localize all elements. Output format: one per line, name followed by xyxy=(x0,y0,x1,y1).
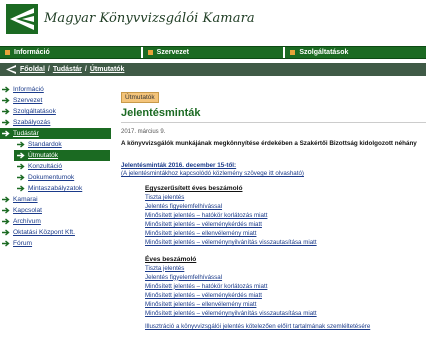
sidebar-item-label: Információ xyxy=(13,86,44,93)
chamber-mini-logo-icon xyxy=(6,65,16,74)
sidebar-item-tudastar[interactable]: Tudástár xyxy=(0,128,111,139)
document-link[interactable]: Minősített jelentés – véleménykérdés mia… xyxy=(145,291,426,300)
document-link[interactable]: Minősített jelentés – hatókör korlátozás… xyxy=(145,282,426,291)
title-divider xyxy=(121,122,426,123)
sidebar-item-szabalyozas[interactable]: Szabályozás xyxy=(0,117,111,128)
sidebar-item-kapcsolat[interactable]: Kapcsolat xyxy=(0,205,111,216)
sidebar-item-forum[interactable]: Fórum xyxy=(0,238,111,249)
arrow-right-icon xyxy=(2,196,10,203)
sidebar-item-szervezet[interactable]: Szervezet xyxy=(0,95,111,106)
sidebar-item-label: Kamarai xyxy=(13,196,38,203)
arrow-right-icon xyxy=(2,229,10,236)
document-link[interactable]: Minősített jelentés – véleménynyilvánítá… xyxy=(145,238,426,247)
topnav-item-informacio[interactable]: Információ xyxy=(0,47,143,58)
announcement-link[interactable]: (A jelentésmintákhoz kapcsolódó közlemén… xyxy=(121,170,426,177)
sidebar-item-label: Útmutatók xyxy=(28,152,59,159)
sidebar-item-utmutatok[interactable]: Útmutatók xyxy=(14,150,110,161)
breadcrumb: Főoldal / Tudástár / Útmutatók xyxy=(0,63,426,76)
sidebar-item-label: Standardok xyxy=(28,141,62,148)
document-link[interactable]: Tiszta jelentés xyxy=(145,193,426,202)
sidebar-item-label: Szabályozás xyxy=(13,119,51,126)
square-bullet-icon xyxy=(290,50,296,55)
document-group-egyszerusitett: Egyszerűsített éves beszámoló Tiszta jel… xyxy=(145,185,426,248)
breadcrumb-separator: / xyxy=(84,66,87,73)
sidebar-item-label: Szervezet xyxy=(13,97,43,104)
topnav-item-label: Információ xyxy=(14,49,50,56)
document-link[interactable]: Minősített jelentés – ellenvélemény miat… xyxy=(145,229,426,238)
square-bullet-icon xyxy=(5,50,10,55)
sidebar-item-label: Tudástár xyxy=(13,130,39,137)
arrow-right-icon xyxy=(17,163,25,170)
breadcrumb-utmutatok[interactable]: Útmutatók xyxy=(90,66,125,73)
group-title: Éves beszámoló xyxy=(145,255,197,263)
site-header: Magyar Könyvvizsgálói Kamara xyxy=(0,0,426,42)
illustration-link[interactable]: Illusztráció a könyvvizsgálói jelentés k… xyxy=(145,322,426,331)
sidebar-item-oktatasi-kozpont[interactable]: Oktatási Központ Kft. xyxy=(0,227,111,238)
arrow-right-icon xyxy=(2,108,10,115)
sidebar-item-mintaszabalyzatok[interactable]: Mintaszabályzatok xyxy=(0,183,111,194)
arrow-right-icon xyxy=(2,130,10,137)
breadcrumb-tudastar[interactable]: Tudástár xyxy=(53,66,82,73)
arrow-right-icon xyxy=(2,119,10,126)
sidebar-item-label: Fórum xyxy=(13,240,33,247)
square-bullet-icon xyxy=(147,50,153,55)
topnav-item-szervezet[interactable]: Szervezet xyxy=(143,47,286,58)
arrow-right-icon xyxy=(2,207,10,214)
chamber-logo-icon[interactable] xyxy=(6,4,38,34)
sidebar-item-label: Dokumentumok xyxy=(28,174,75,181)
document-link[interactable]: Jelentés figyelemfelhívással xyxy=(145,202,426,211)
arrow-right-icon xyxy=(17,152,25,159)
sidebar-item-informacio[interactable]: Információ xyxy=(0,84,111,95)
sidebar-item-label: Archívum xyxy=(13,218,41,225)
topnav-item-label: Szervezet xyxy=(156,49,189,56)
document-link[interactable]: Minősített jelentés – ellenvélemény miat… xyxy=(145,300,426,309)
sidebar-item-kamarai[interactable]: Kamarai xyxy=(0,194,111,205)
sidebar: Információ Szervezet Szolgáltatások Szab… xyxy=(0,84,111,249)
arrow-right-icon xyxy=(2,240,10,247)
sidebar-item-dokumentumok[interactable]: Dokumentumok xyxy=(0,172,111,183)
topnav-item-szolgaltatasok[interactable]: Szolgáltatások xyxy=(285,47,426,58)
intro-text: A könyvvizsgálók munkájának megkönnyítés… xyxy=(121,140,417,147)
topnav-item-label: Szolgáltatások xyxy=(299,49,349,56)
main-content: Útmutatók Jelentésminták 2017. március 9… xyxy=(121,92,426,331)
document-link[interactable]: Minősített jelentés – hatókör korlátozás… xyxy=(145,211,426,220)
document-link[interactable]: Minősített jelentés – véleménykérdés mia… xyxy=(145,220,426,229)
arrow-right-icon xyxy=(17,141,25,148)
document-group-eves: Éves beszámoló Tiszta jelentés Jelentés … xyxy=(145,256,426,332)
sidebar-item-konzultacio[interactable]: Konzultáció xyxy=(0,161,111,172)
category-tag[interactable]: Útmutatók xyxy=(121,92,159,103)
document-link[interactable]: Minősített jelentés – véleménynyilvánítá… xyxy=(145,309,426,318)
breadcrumb-home[interactable]: Főoldal xyxy=(20,66,45,73)
breadcrumb-separator: / xyxy=(47,66,50,73)
document-link[interactable]: Tiszta jelentés xyxy=(145,264,426,273)
document-link[interactable]: Jelentés figyelemfelhívással xyxy=(145,273,426,282)
sidebar-item-standardok[interactable]: Standardok xyxy=(0,139,111,150)
arrow-right-icon xyxy=(2,97,10,104)
arrow-right-icon xyxy=(2,86,10,93)
arrow-right-icon xyxy=(17,185,25,192)
section-title-link[interactable]: Jelentésminták 2016. december 15-től: xyxy=(121,162,426,169)
sidebar-item-label: Oktatási Központ Kft. xyxy=(13,229,75,236)
arrow-right-icon xyxy=(2,218,10,225)
sidebar-item-szolgaltatasok[interactable]: Szolgáltatások xyxy=(0,106,111,117)
top-navigation: Információ Szervezet Szolgáltatások xyxy=(0,46,426,59)
sidebar-item-label: Kapcsolat xyxy=(13,207,42,214)
page-title: Jelentésminták xyxy=(121,107,201,119)
site-title[interactable]: Magyar Könyvvizsgálói Kamara xyxy=(44,11,255,26)
sidebar-item-archivum[interactable]: Archívum xyxy=(0,216,111,227)
sidebar-item-label: Mintaszabályzatok xyxy=(28,185,83,192)
sidebar-item-label: Konzultáció xyxy=(28,163,63,170)
sidebar-item-label: Szolgáltatások xyxy=(13,108,56,115)
group-title: Egyszerűsített éves beszámoló xyxy=(145,185,243,192)
publish-date: 2017. március 9. xyxy=(121,129,166,135)
arrow-right-icon xyxy=(17,174,25,181)
